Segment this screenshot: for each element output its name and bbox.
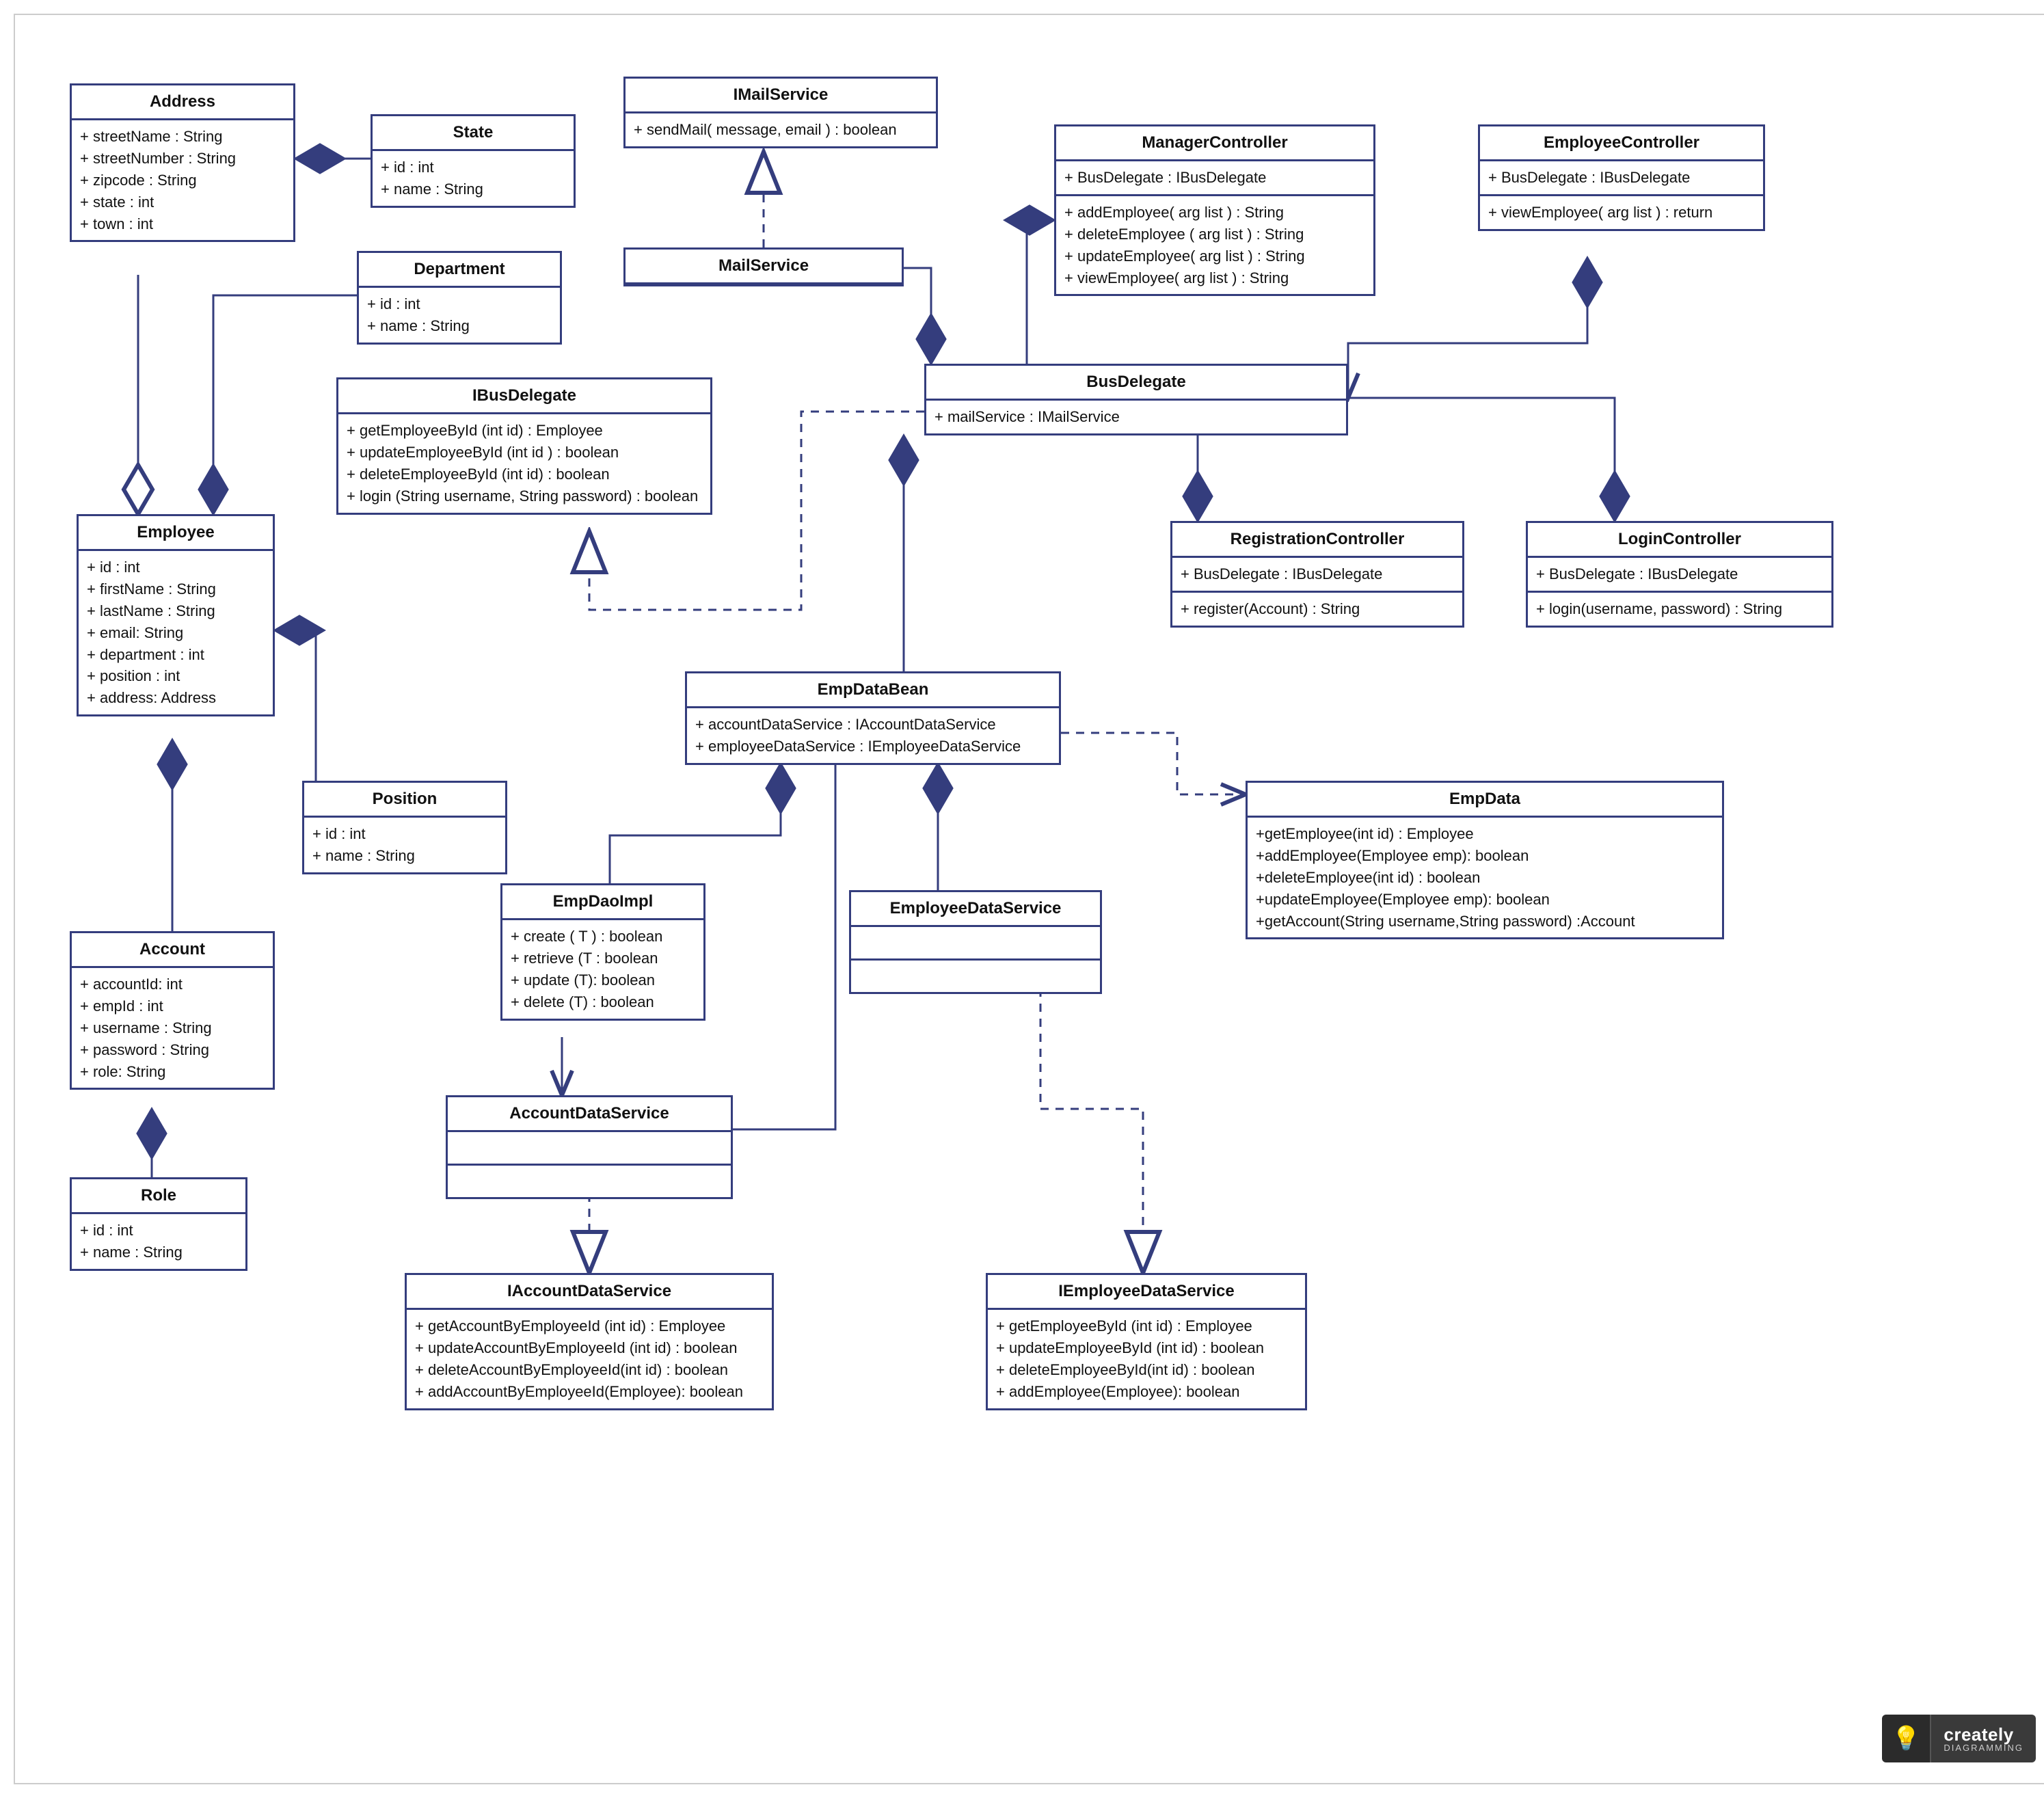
class-Account[interactable]: Account+ accountId: int+ empId : int+ us…: [70, 931, 275, 1090]
class-Position[interactable]: Position+ id : int+ name : String: [302, 781, 507, 874]
class-title: Account: [72, 933, 273, 968]
class-title: EmpData: [1248, 783, 1722, 818]
class-title: IBusDelegate: [338, 379, 710, 414]
class-attributes: + accountId: int+ empId : int+ username …: [72, 968, 273, 1088]
class-MailService[interactable]: MailService: [623, 247, 904, 286]
creately-logo: 💡 creately DIAGRAMMING: [1882, 1715, 2036, 1762]
class-LoginController[interactable]: LoginController+ BusDelegate : IBusDeleg…: [1526, 521, 1833, 628]
class-EmpData[interactable]: EmpData+getEmployee(int id) : Employee+a…: [1246, 781, 1724, 939]
class-BusDelegate[interactable]: BusDelegate+ mailService : IMailService: [924, 364, 1348, 435]
class-attributes: + id : int+ name : String: [304, 818, 505, 872]
class-ManagerController[interactable]: ManagerController+ BusDelegate : IBusDel…: [1054, 124, 1375, 296]
class-Address[interactable]: Address+ streetName : String+ streetNumb…: [70, 83, 295, 242]
class-operations: + addEmployee( arg list ) : String+ dele…: [1056, 196, 1373, 295]
class-attributes: [448, 1132, 731, 1166]
class-title: BusDelegate: [926, 366, 1346, 401]
class-IAccountDataService[interactable]: IAccountDataService+ getAccountByEmploye…: [405, 1273, 774, 1410]
class-EmpDataBean[interactable]: EmpDataBean+ accountDataService : IAccou…: [685, 671, 1061, 765]
class-attributes: + BusDelegate : IBusDelegate: [1528, 558, 1831, 593]
class-AccountDataService[interactable]: AccountDataService: [446, 1095, 733, 1199]
class-operations: + login(username, password) : String: [1528, 593, 1831, 626]
class-attributes: + BusDelegate : IBusDelegate: [1056, 161, 1373, 196]
class-title: LoginController: [1528, 523, 1831, 558]
class-EmployeeController[interactable]: EmployeeController+ BusDelegate : IBusDe…: [1478, 124, 1765, 231]
class-title: MailService: [626, 250, 902, 284]
class-attributes: + id : int+ name : String: [373, 151, 574, 206]
class-title: IEmployeeDataService: [988, 1275, 1305, 1310]
class-attributes: + accountDataService : IAccountDataServi…: [687, 708, 1059, 763]
class-title: Employee: [79, 516, 273, 551]
class-operations: [448, 1166, 731, 1197]
class-EmpDaoImpl[interactable]: EmpDaoImpl+ create ( T ) : boolean+ retr…: [500, 883, 705, 1021]
class-attributes: + id : int+ name : String: [359, 288, 560, 343]
class-attributes: + mailService : IMailService: [926, 401, 1346, 433]
class-title: AccountDataService: [448, 1097, 731, 1132]
class-attributes: + getEmployeeById (int id) : Employee+ u…: [988, 1310, 1305, 1408]
class-attributes: + streetName : String+ streetNumber : St…: [72, 120, 293, 240]
class-EmployeeDataService[interactable]: EmployeeDataService: [849, 890, 1102, 994]
class-title: Address: [72, 85, 293, 120]
class-IBusDelegate[interactable]: IBusDelegate+ getEmployeeById (int id) :…: [336, 377, 712, 515]
class-attributes: + BusDelegate : IBusDelegate: [1480, 161, 1763, 196]
class-attributes: + id : int+ name : String: [72, 1214, 245, 1269]
class-Employee[interactable]: Employee+ id : int+ firstName : String+ …: [77, 514, 275, 716]
class-title: Role: [72, 1179, 245, 1214]
class-attributes: + getEmployeeById (int id) : Employee+ u…: [338, 414, 710, 513]
class-attributes: + BusDelegate : IBusDelegate: [1172, 558, 1462, 593]
class-IMailService[interactable]: IMailService+ sendMail( message, email )…: [623, 77, 938, 148]
class-Role[interactable]: Role+ id : int+ name : String: [70, 1177, 247, 1271]
class-attributes: + sendMail( message, email ) : boolean: [626, 113, 936, 146]
class-State[interactable]: State+ id : int+ name : String: [371, 114, 576, 208]
class-title: Position: [304, 783, 505, 818]
class-Department[interactable]: Department+ id : int+ name : String: [357, 251, 562, 345]
class-operations: [851, 961, 1100, 992]
class-attributes: + getAccountByEmployeeId (int id) : Empl…: [407, 1310, 772, 1408]
class-attributes: + create ( T ) : boolean+ retrieve (T : …: [502, 920, 703, 1019]
class-title: IAccountDataService: [407, 1275, 772, 1310]
class-attributes: [851, 927, 1100, 961]
class-title: EmpDataBean: [687, 673, 1059, 708]
class-title: Department: [359, 253, 560, 288]
uml-diagram-canvas: 💡 creately DIAGRAMMING Address+ streetNa…: [14, 14, 2044, 1784]
class-attributes: +getEmployee(int id) : Employee+addEmplo…: [1248, 818, 1722, 937]
class-title: ManagerController: [1056, 126, 1373, 161]
lightbulb-icon: 💡: [1882, 1715, 1930, 1762]
logo-tagline: DIAGRAMMING: [1944, 1743, 2023, 1752]
logo-brand: creately: [1944, 1726, 2023, 1743]
class-title: State: [373, 116, 574, 151]
class-title: EmpDaoImpl: [502, 885, 703, 920]
class-operations: + register(Account) : String: [1172, 593, 1462, 626]
class-attributes: + id : int+ firstName : String+ lastName…: [79, 551, 273, 714]
class-title: EmployeeController: [1480, 126, 1763, 161]
class-title: IMailService: [626, 79, 936, 113]
class-operations: + viewEmployee( arg list ) : return: [1480, 196, 1763, 229]
class-IEmployeeDataService[interactable]: IEmployeeDataService+ getEmployeeById (i…: [986, 1273, 1307, 1410]
class-title: RegistrationController: [1172, 523, 1462, 558]
class-RegistrationController[interactable]: RegistrationController+ BusDelegate : IB…: [1170, 521, 1464, 628]
class-title: EmployeeDataService: [851, 892, 1100, 927]
